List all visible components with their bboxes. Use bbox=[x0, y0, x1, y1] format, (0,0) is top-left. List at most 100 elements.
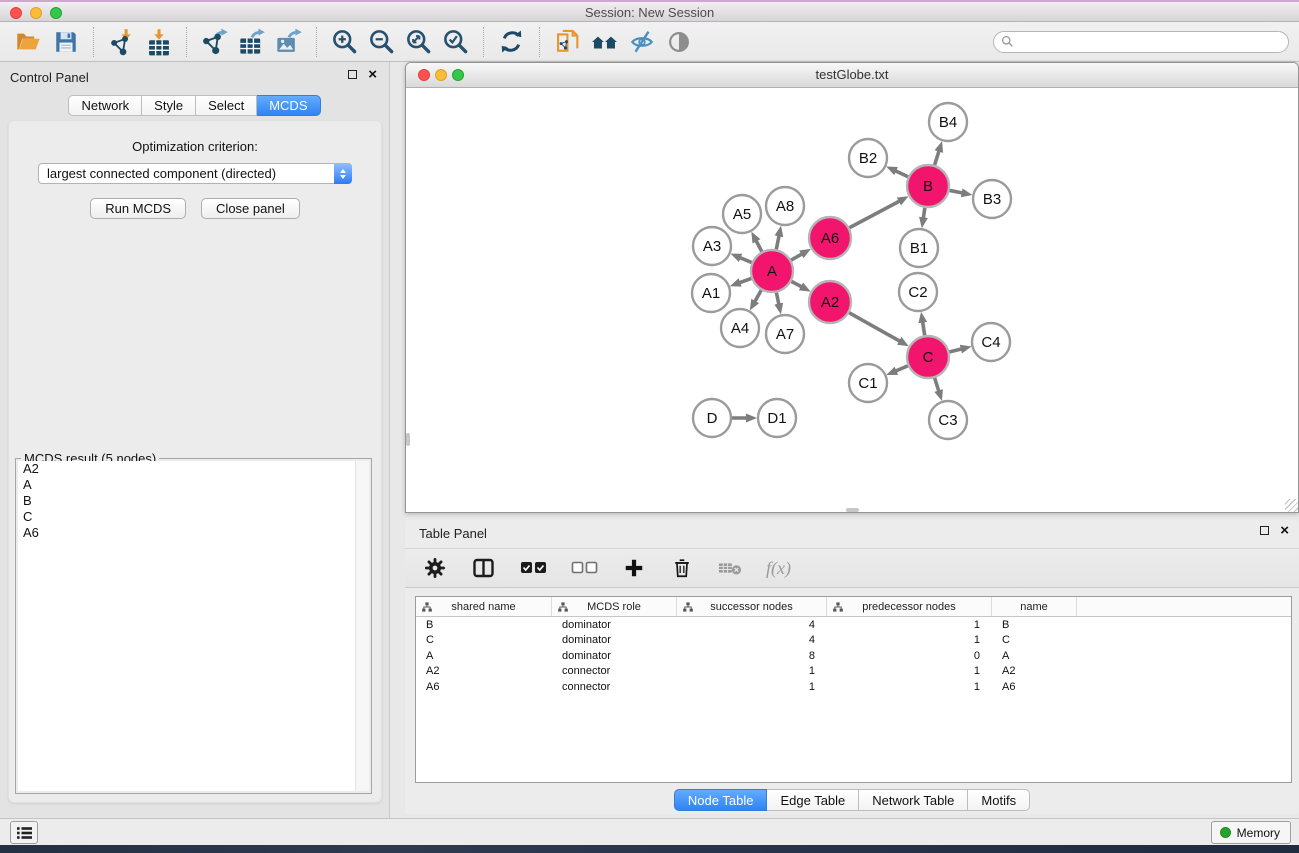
cell-successor-nodes[interactable]: 1 bbox=[677, 665, 827, 677]
graph-node-A3[interactable]: A3 bbox=[693, 227, 731, 265]
result-list-item[interactable]: A2 bbox=[18, 461, 369, 477]
cell-shared-name[interactable]: B bbox=[416, 619, 552, 631]
criterion-dropdown[interactable]: largest connected component (directed) bbox=[38, 163, 352, 184]
zoom-in-button[interactable] bbox=[326, 25, 363, 59]
cell-name[interactable]: B bbox=[992, 619, 1077, 631]
import-table-button[interactable] bbox=[140, 25, 177, 59]
cell-shared-name[interactable]: A6 bbox=[416, 681, 552, 693]
table-row[interactable]: A6connector11A6 bbox=[416, 679, 1291, 695]
graph-node-A4[interactable]: A4 bbox=[721, 309, 759, 347]
zoom-fit-button[interactable] bbox=[400, 25, 437, 59]
function-builder-button[interactable]: f(x) bbox=[766, 554, 791, 582]
tab-motifs[interactable]: Motifs bbox=[968, 789, 1030, 811]
cell-successor-nodes[interactable]: 1 bbox=[677, 681, 827, 693]
column-header-MCDS-role[interactable]: MCDS role bbox=[552, 597, 677, 616]
delete-table-disabled-button[interactable] bbox=[718, 554, 742, 582]
graph-node-A2[interactable]: A2 bbox=[809, 281, 851, 323]
column-header-shared-name[interactable]: shared name bbox=[416, 597, 552, 616]
search-input[interactable] bbox=[1019, 35, 1281, 49]
result-list-item[interactable]: B bbox=[18, 493, 369, 509]
table-row[interactable]: Cdominator41C bbox=[416, 633, 1291, 649]
mcds-result-list[interactable]: A2ABCA6 bbox=[18, 461, 369, 791]
cell-name[interactable]: A6 bbox=[992, 681, 1077, 693]
clone-network-button[interactable] bbox=[549, 25, 586, 59]
cell-MCDS-role[interactable]: dominator bbox=[552, 634, 677, 646]
cell-name[interactable]: A bbox=[992, 650, 1077, 662]
float-table-panel-icon[interactable] bbox=[1260, 526, 1269, 535]
add-column-plus-button[interactable] bbox=[622, 554, 646, 582]
vertical-scroll-thumb[interactable] bbox=[406, 433, 410, 446]
search-field[interactable] bbox=[993, 31, 1289, 53]
cell-successor-nodes[interactable]: 4 bbox=[677, 634, 827, 646]
graph-node-C4[interactable]: C4 bbox=[972, 323, 1010, 361]
cell-MCDS-role[interactable]: dominator bbox=[552, 619, 677, 631]
cell-name[interactable]: A2 bbox=[992, 665, 1077, 677]
tab-style[interactable]: Style bbox=[142, 95, 196, 116]
cell-predecessor-nodes[interactable]: 0 bbox=[827, 650, 992, 662]
result-list-item[interactable]: A6 bbox=[18, 525, 369, 541]
graph-node-A8[interactable]: A8 bbox=[766, 187, 804, 225]
zoom-selected-button[interactable] bbox=[437, 25, 474, 59]
graph-node-B[interactable]: B bbox=[907, 165, 949, 207]
export-network-button[interactable] bbox=[196, 25, 233, 59]
graph-node-A7[interactable]: A7 bbox=[766, 315, 804, 353]
tab-mcds[interactable]: MCDS bbox=[257, 95, 320, 116]
graph-node-B4[interactable]: B4 bbox=[929, 103, 967, 141]
graph-node-B3[interactable]: B3 bbox=[973, 180, 1011, 218]
result-list-item[interactable]: A bbox=[18, 477, 369, 493]
edge-A2-C[interactable] bbox=[847, 311, 901, 341]
cell-shared-name[interactable]: A bbox=[416, 650, 552, 662]
graph-node-A6[interactable]: A6 bbox=[809, 217, 851, 259]
show-all-eye-button[interactable] bbox=[660, 25, 697, 59]
tab-network-table[interactable]: Network Table bbox=[859, 789, 968, 811]
horizontal-scroll-thumb[interactable] bbox=[846, 508, 859, 512]
graph-node-C1[interactable]: C1 bbox=[849, 364, 887, 402]
cell-MCDS-role[interactable]: connector bbox=[552, 665, 677, 677]
graph-node-D[interactable]: D bbox=[693, 399, 731, 437]
cell-successor-nodes[interactable]: 4 bbox=[677, 619, 827, 631]
column-header-predecessor-nodes[interactable]: predecessor nodes bbox=[827, 597, 992, 616]
tab-node-table[interactable]: Node Table bbox=[674, 789, 768, 811]
resize-grip-icon[interactable] bbox=[1285, 499, 1298, 512]
cell-shared-name[interactable]: A2 bbox=[416, 665, 552, 677]
result-list-scrollbar[interactable] bbox=[355, 461, 369, 791]
network-window-titlebar[interactable]: testGlobe.txt bbox=[406, 63, 1298, 88]
table-settings-gear-button[interactable] bbox=[423, 554, 447, 582]
close-table-panel-icon[interactable]: × bbox=[1280, 526, 1289, 535]
cell-MCDS-role[interactable]: connector bbox=[552, 681, 677, 693]
cell-shared-name[interactable]: C bbox=[416, 634, 552, 646]
cell-predecessor-nodes[interactable]: 1 bbox=[827, 681, 992, 693]
cell-name[interactable]: C bbox=[992, 634, 1077, 646]
graph-node-C[interactable]: C bbox=[907, 336, 949, 378]
column-header-name[interactable]: name bbox=[992, 597, 1077, 616]
cell-predecessor-nodes[interactable]: 1 bbox=[827, 634, 992, 646]
cell-predecessor-nodes[interactable]: 1 bbox=[827, 619, 992, 631]
graph-node-C2[interactable]: C2 bbox=[899, 273, 937, 311]
network-canvas[interactable]: B4 B2 B B3 A8 A5 A6 A3 B1 A C2 A1 A2 bbox=[406, 88, 1298, 512]
result-list-item[interactable]: C bbox=[18, 509, 369, 525]
delete-columns-trash-button[interactable] bbox=[670, 554, 694, 582]
tab-select[interactable]: Select bbox=[196, 95, 257, 116]
edge-A6-B[interactable] bbox=[847, 201, 900, 229]
deselect-all-checkboxes-button[interactable] bbox=[571, 554, 598, 582]
zoom-out-button[interactable] bbox=[363, 25, 400, 59]
select-all-checkboxes-button[interactable] bbox=[520, 554, 547, 582]
table-row[interactable]: A2connector11A2 bbox=[416, 664, 1291, 680]
cell-predecessor-nodes[interactable]: 1 bbox=[827, 665, 992, 677]
close-panel-button[interactable]: Close panel bbox=[201, 198, 300, 219]
table-row[interactable]: Bdominator41B bbox=[416, 617, 1291, 633]
float-panel-icon[interactable] bbox=[348, 70, 357, 79]
table-row[interactable]: Adominator80A bbox=[416, 648, 1291, 664]
graph-node-C3[interactable]: C3 bbox=[929, 401, 967, 439]
show-panels-button[interactable] bbox=[10, 821, 38, 844]
open-folder-button[interactable] bbox=[10, 25, 47, 59]
tab-network[interactable]: Network bbox=[68, 95, 142, 116]
column-header-successor-nodes[interactable]: successor nodes bbox=[677, 597, 827, 616]
graph-node-D1[interactable]: D1 bbox=[758, 399, 796, 437]
memory-button[interactable]: Memory bbox=[1211, 821, 1291, 844]
cell-successor-nodes[interactable]: 8 bbox=[677, 650, 827, 662]
graph-node-B2[interactable]: B2 bbox=[849, 139, 887, 177]
import-network-button[interactable] bbox=[103, 25, 140, 59]
first-neighbors-home-button[interactable] bbox=[586, 25, 623, 59]
hide-selected-button[interactable] bbox=[623, 25, 660, 59]
